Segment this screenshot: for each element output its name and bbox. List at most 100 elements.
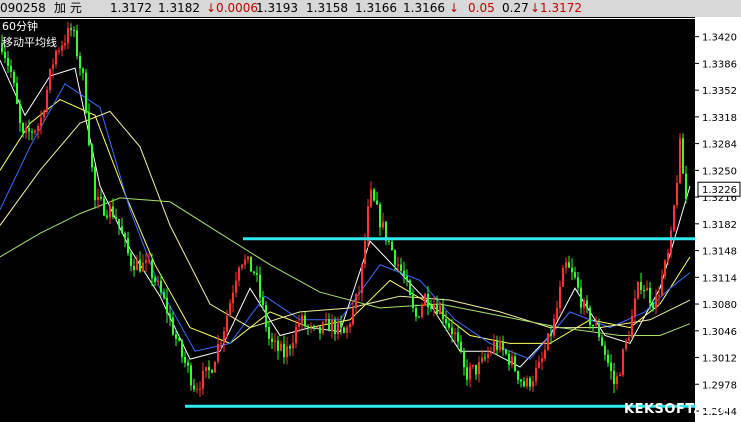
candle-body (502, 341, 504, 350)
candle-body (142, 262, 144, 272)
candle-body (460, 341, 462, 351)
candle-body (292, 343, 294, 349)
candle-body (364, 241, 366, 265)
candle-body (628, 337, 630, 341)
candle-body (454, 332, 456, 335)
candle-body (76, 30, 78, 57)
candle-body (286, 346, 288, 358)
candle-body (271, 338, 273, 342)
candle-body (679, 138, 681, 183)
candle-body (373, 189, 375, 201)
candle-body (394, 250, 396, 265)
candle-body (28, 128, 30, 132)
quote-arrow-icon: ↓ (449, 1, 460, 15)
candle-body (97, 196, 99, 201)
candle-body (307, 326, 309, 328)
candle-body (421, 305, 423, 317)
candle-body (376, 200, 378, 205)
candle-body (157, 280, 159, 283)
candle-body (379, 204, 381, 228)
y-tick-label: 1.3046 (702, 327, 737, 338)
candle-body (418, 316, 420, 318)
candle-body (190, 365, 192, 386)
y-tick-label: 1.3420 (702, 33, 737, 44)
candle-body (676, 182, 678, 206)
candle-body (505, 350, 507, 354)
candle-body (181, 340, 183, 357)
quote-bid: 1.3166 (355, 1, 397, 15)
candle-body (316, 326, 318, 328)
candle-body (46, 90, 48, 112)
candle-body (634, 298, 636, 316)
price-candles (1, 22, 687, 397)
candle-body (205, 367, 207, 371)
candle-body (475, 364, 477, 375)
y-tick-label: 1.3284 (702, 140, 737, 151)
candle-body (652, 302, 654, 308)
candle-body (424, 293, 426, 306)
candle-body (619, 374, 621, 377)
candle-body (433, 304, 435, 309)
candle-body (172, 317, 174, 335)
candle-body (580, 287, 582, 308)
candle-body (457, 332, 459, 342)
candle-body (442, 305, 444, 320)
candle-body (613, 370, 615, 384)
candle-body (607, 354, 609, 363)
candle-body (397, 264, 399, 266)
candle-body (280, 343, 282, 351)
candle-body (337, 322, 339, 334)
quote-low: 1.3158 (306, 1, 348, 15)
candle-body (85, 72, 87, 113)
chart-frame (0, 17, 696, 422)
candle-body (568, 262, 570, 268)
candle-body (415, 308, 417, 317)
candle-body (103, 198, 105, 216)
candle-body (256, 273, 258, 275)
candle-body (547, 333, 549, 350)
candle-body (436, 304, 438, 314)
candle-body (427, 293, 429, 308)
candle-body (523, 381, 525, 387)
y-tick-label: 1.3012 (702, 354, 737, 365)
candle-body (265, 305, 267, 328)
candle-body (358, 293, 360, 295)
candle-body (646, 287, 648, 291)
candle-body (40, 117, 42, 127)
y-tick-label: 1.2978 (702, 380, 737, 391)
candle-body (25, 128, 27, 133)
candle-body (592, 325, 594, 326)
candle-body (349, 324, 351, 328)
candle-body (586, 300, 588, 308)
candle-body (178, 338, 180, 341)
quote-code: 090258 (0, 1, 46, 15)
candle-body (148, 260, 150, 262)
candle-body (247, 256, 249, 260)
candle-body (274, 340, 276, 342)
candle-body (34, 130, 36, 133)
candle-body (79, 56, 81, 69)
candle-body (223, 331, 225, 343)
candle-body (166, 297, 168, 314)
candle-body (331, 319, 333, 332)
price-chart[interactable]: 1.3420 1.3386 1.3352 1.3318 1.3284 1.3250 1.32… (0, 17, 741, 422)
candle-body (670, 230, 672, 253)
quote-amp: 0.27 (502, 1, 529, 15)
candle-body (484, 357, 486, 359)
candle-body (640, 282, 642, 290)
candle-body (487, 353, 489, 358)
candle-body (91, 144, 93, 168)
candle-body (259, 274, 261, 298)
candle-body (361, 264, 363, 294)
candle-body (160, 280, 162, 293)
candle-body (250, 256, 252, 272)
candle-body (667, 252, 669, 261)
candle-body (133, 266, 135, 271)
candle-body (325, 319, 327, 323)
candle-body (16, 83, 18, 104)
quote-ask: 1.3166 (403, 1, 445, 15)
candle-body (118, 218, 120, 227)
candle-body (655, 295, 657, 308)
candle-body (220, 342, 222, 344)
candle-body (544, 349, 546, 359)
